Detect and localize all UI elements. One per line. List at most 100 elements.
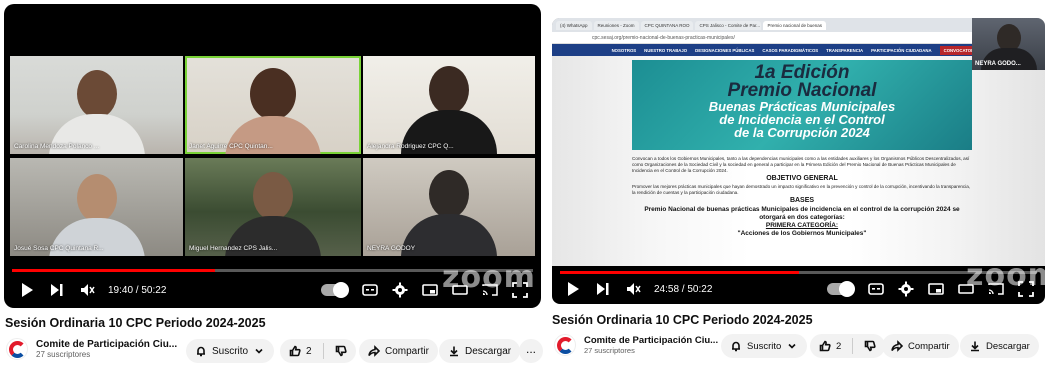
- download-icon: [450, 346, 458, 357]
- cast-icon[interactable]: [981, 274, 1011, 304]
- player-controls: 24:58 / 50:22: [552, 274, 1045, 304]
- award-poster: 1a Edición Premio Nacional Buenas Prácti…: [632, 60, 972, 150]
- video-player-left[interactable]: Carolina Mendoza Polanco ... Janet Aguir…: [4, 4, 541, 308]
- thumbs-down-icon[interactable]: [864, 340, 876, 352]
- thumbs-down-icon[interactable]: [335, 345, 347, 357]
- participant-tile: Josué Sosa CPC Quintana R...: [10, 158, 183, 256]
- doc-category-desc: "Acciones de los Gobiernos Municipales": [737, 230, 867, 237]
- bell-icon: [732, 341, 740, 352]
- miniplayer-icon[interactable]: [415, 275, 445, 305]
- share-button[interactable]: Compartir: [882, 334, 959, 358]
- chevron-down-icon: [255, 348, 263, 354]
- like-dislike-group: 2: [810, 334, 886, 358]
- like-count: 2: [306, 345, 312, 357]
- doc-heading: OBJETIVO GENERAL: [766, 175, 838, 182]
- channel-name[interactable]: Comite de Participación Ciu...: [36, 339, 177, 350]
- theater-icon[interactable]: [445, 275, 475, 305]
- speaker-thumbnail: NEYRA GODO...: [972, 18, 1045, 70]
- participant-tile-active: Janet Aguirre CPC Quintan...: [185, 56, 361, 154]
- page: Carolina Mendoza Polanco ... Janet Aguir…: [0, 0, 1045, 365]
- subscribed-button[interactable]: Suscrito: [186, 339, 275, 363]
- fullscreen-icon[interactable]: [1011, 274, 1041, 304]
- video-title[interactable]: Sesión Ordinaria 10 CPC Periodo 2024-202…: [5, 316, 266, 330]
- play-icon[interactable]: [12, 275, 42, 305]
- mute-icon[interactable]: [72, 275, 102, 305]
- subscriber-count: 27 suscriptores: [584, 346, 635, 355]
- chevron-down-icon: [788, 343, 796, 349]
- site-nav-item: NUESTRO TRABAJO: [644, 47, 688, 53]
- shared-screen-browser: (4) WhatsApp Reuniones - Zoom CPC QUINTA…: [552, 18, 1045, 266]
- share-icon: [368, 345, 380, 357]
- subscribed-button[interactable]: Suscrito: [721, 334, 808, 358]
- site-nav-item: NOSOTROS: [611, 47, 637, 53]
- share-button[interactable]: Compartir: [359, 339, 438, 363]
- time-display: 19:40 / 50:22: [108, 284, 167, 296]
- channel-logo[interactable]: [6, 338, 28, 360]
- settings-gear-icon[interactable]: [385, 275, 415, 305]
- theater-icon[interactable]: [951, 274, 981, 304]
- mute-icon[interactable]: [618, 274, 648, 304]
- thumbs-up-icon[interactable]: [289, 345, 301, 357]
- site-nav-item: PARTICIPACIÓN CIUDADANA: [871, 47, 932, 53]
- miniplayer-icon[interactable]: [921, 274, 951, 304]
- participant-tile: Carolina Mendoza Polanco ...: [10, 56, 183, 154]
- video-title[interactable]: Sesión Ordinaria 10 CPC Periodo 2024-202…: [552, 313, 813, 327]
- speaker-name: NEYRA GODO...: [975, 61, 1021, 67]
- doc-bases: Premio Nacional de buenas prácticas Muni…: [644, 206, 960, 221]
- fullscreen-icon[interactable]: [505, 275, 535, 305]
- participant-name: Janet Aguirre CPC Quintan...: [189, 143, 273, 150]
- subscribed-label: Suscrito: [212, 345, 249, 357]
- cast-icon[interactable]: [475, 275, 505, 305]
- participant-tile: NEYRA GODOY: [363, 158, 535, 256]
- channel-logo[interactable]: [554, 334, 576, 356]
- browser-tab: Reuniones - Zoom: [593, 20, 639, 30]
- settings-gear-icon[interactable]: [891, 274, 921, 304]
- participant-name: Carolina Mendoza Polanco ...: [14, 143, 100, 150]
- participant-name: NEYRA GODOY: [367, 245, 416, 252]
- next-icon[interactable]: [42, 275, 72, 305]
- subtitles-icon[interactable]: [355, 275, 385, 305]
- participant-tile: Miguel Hernandez CPS Jalis...: [185, 158, 361, 256]
- more-actions-button[interactable]: ...: [519, 339, 543, 363]
- document-area: 1a Edición Premio Nacional Buenas Prácti…: [552, 56, 1045, 266]
- site-nav-item: DESIGNACIONES PÚBLICAS: [695, 47, 755, 53]
- share-label: Compartir: [908, 340, 950, 352]
- download-button[interactable]: Descargar: [960, 334, 1039, 358]
- browser-tab-active: Premio nacional de buenas: [763, 20, 827, 30]
- browser-tab: (4) WhatsApp: [556, 20, 592, 30]
- participant-tile: Alejandra Rodriguez CPC Q...: [363, 56, 535, 154]
- participant-name: Alejandra Rodriguez CPC Q...: [367, 143, 454, 150]
- share-label: Compartir: [385, 345, 429, 357]
- doc-category: PRIMERA CATEGORÍA:: [765, 222, 839, 229]
- site-nav-item: TRANSPARENCIA: [826, 47, 864, 53]
- play-icon[interactable]: [558, 274, 588, 304]
- poster-line: Premio Nacional: [727, 80, 877, 101]
- download-icon: [971, 341, 979, 352]
- channel-info[interactable]: Comite de Participación Ciu... 27 suscri…: [6, 338, 177, 360]
- doc-heading: BASES: [789, 197, 815, 204]
- bell-icon: [197, 346, 205, 357]
- thumbs-up-icon[interactable]: [819, 340, 831, 352]
- channel-info[interactable]: Comite de Participación Ciu... 27 suscri…: [554, 334, 718, 356]
- participant-name: Josué Sosa CPC Quintana R...: [14, 245, 104, 252]
- player-controls: 19:40 / 50:22: [4, 272, 541, 308]
- subscribed-label: Suscrito: [747, 340, 782, 352]
- download-label: Descargar: [465, 345, 512, 357]
- participant-name: Miguel Hernandez CPS Jalis...: [189, 245, 278, 252]
- autoplay-toggle[interactable]: [827, 281, 855, 297]
- browser-tab: CPC QUINTANA ROO: [640, 20, 694, 30]
- next-icon[interactable]: [588, 274, 618, 304]
- download-label: Descargar: [986, 340, 1030, 352]
- subscriber-count: 27 suscriptores: [36, 350, 91, 359]
- subtitles-icon[interactable]: [861, 274, 891, 304]
- share-icon: [891, 340, 903, 352]
- poster-line: de la Corrupción 2024: [734, 125, 870, 140]
- download-button[interactable]: Descargar: [439, 339, 521, 363]
- video-player-right[interactable]: (4) WhatsApp Reuniones - Zoom CPC QUINTA…: [552, 18, 1045, 304]
- autoplay-toggle[interactable]: [321, 282, 349, 298]
- doc-objective: Promover las mejores prácticas municipal…: [632, 184, 971, 195]
- channel-name[interactable]: Comite de Participación Ciu...: [584, 335, 718, 346]
- browser-tab: CPS Jalisco - Comite de Par...: [695, 20, 762, 30]
- like-count: 2: [836, 340, 842, 352]
- zoom-gallery: Carolina Mendoza Polanco ... Janet Aguir…: [10, 56, 535, 256]
